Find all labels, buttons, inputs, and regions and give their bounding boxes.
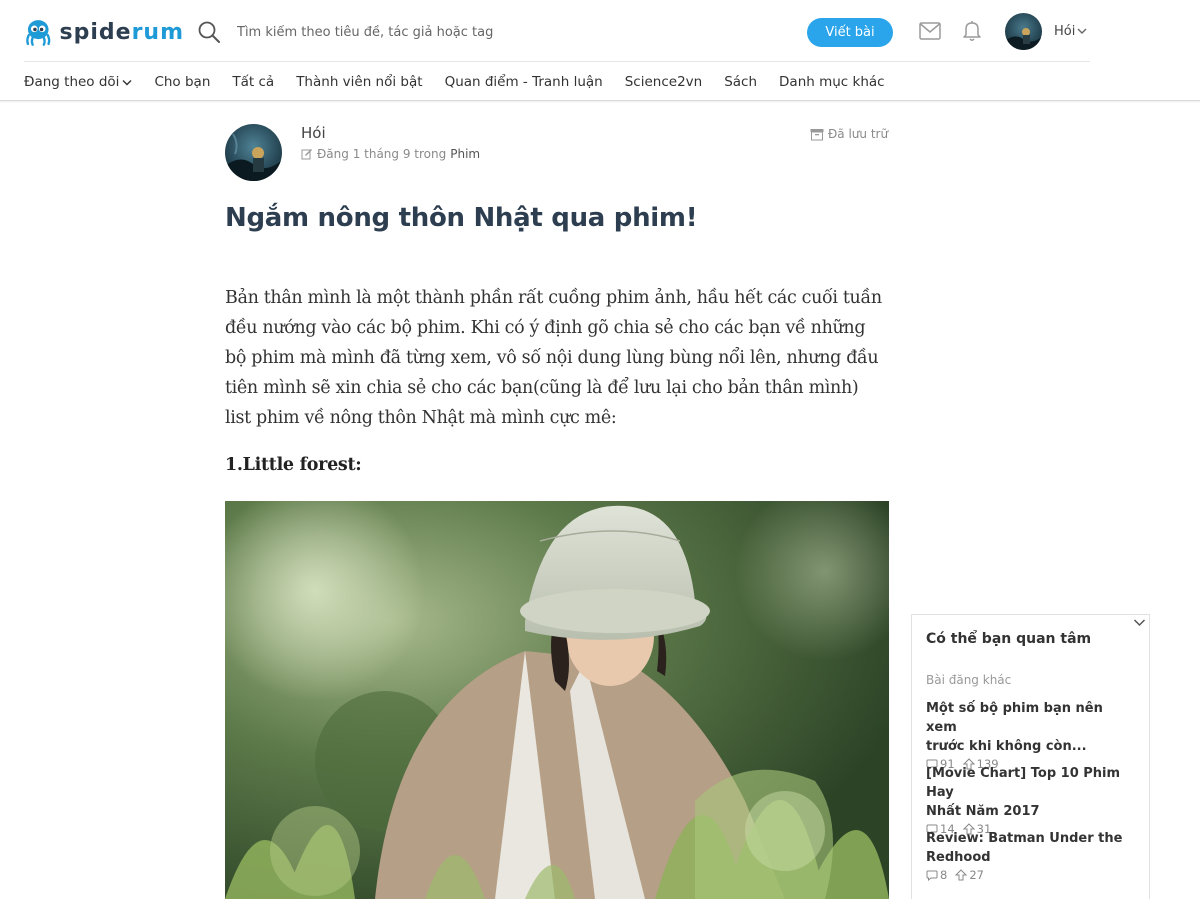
post-date: Đăng 1 tháng 9 trong — [317, 147, 447, 161]
write-post-button[interactable]: Viết bài — [807, 18, 893, 47]
chevron-down-icon — [122, 79, 132, 85]
related-title: Có thể bạn quan tâm — [926, 631, 1092, 647]
nav-item-for-you[interactable]: Cho bạn — [154, 74, 210, 90]
related-post-title[interactable]: Một số bộ phim bạn nên xem trước khi khô… — [926, 699, 1126, 756]
archive-icon — [810, 128, 824, 140]
search-input[interactable] — [230, 18, 750, 46]
paragraph-line: tiên mình sẽ xin chia sẻ cho các bạn(cũn… — [225, 378, 859, 398]
nav-item-books[interactable]: Sách — [724, 74, 757, 90]
related-post-title[interactable]: [Movie Chart] Top 10 Phim Hay Nhất Năm 2… — [926, 764, 1126, 821]
paragraph-line: Bản thân mình là một thành phần rất cuồn… — [225, 288, 882, 308]
category-nav: Đang theo dõi Cho bạn Tất cả Thành viên … — [24, 72, 907, 92]
user-avatar[interactable] — [1005, 13, 1042, 50]
article-title: Ngắm nông thôn Nhật qua phim! — [225, 203, 698, 233]
paragraph-line: đều nướng vào các bộ phim. Khi có ý định… — [225, 318, 866, 338]
author-name[interactable]: Hói — [301, 124, 326, 142]
mail-icon[interactable] — [919, 22, 941, 40]
spider-logo-icon — [26, 20, 51, 46]
article-paragraph: Bản thân mình là một thành phần rất cuồn… — [225, 283, 889, 433]
spiderum-logo[interactable]: spiderum — [24, 14, 184, 50]
nav-item-opinion-debate[interactable]: Quan điểm - Tranh luận — [445, 74, 603, 90]
author-avatar[interactable] — [225, 124, 282, 181]
nav-item-other-categories[interactable]: Danh mục khác — [779, 74, 885, 90]
search-icon[interactable] — [197, 20, 221, 44]
nav-item-featured-members[interactable]: Thành viên nổi bật — [296, 74, 422, 90]
archived-label: Đã lưu trữ — [828, 127, 889, 141]
related-post-title[interactable]: Review: Batman Under the Redhood — [926, 829, 1126, 867]
user-name[interactable]: Hói — [1054, 24, 1075, 39]
paragraph-line: list phim về nông thôn Nhật mà mình cực … — [225, 408, 617, 428]
nav-item-all[interactable]: Tất cả — [232, 74, 274, 90]
related-post-item[interactable]: Một số bộ phim bạn nên xem trước khi khô… — [926, 699, 1126, 771]
nav-item-following[interactable]: Đang theo dõi — [24, 74, 132, 90]
section-heading: 1.Little forest: — [225, 455, 362, 475]
related-post-item[interactable]: [Movie Chart] Top 10 Phim Hay Nhất Năm 2… — [926, 764, 1126, 836]
chevron-down-icon[interactable] — [1133, 618, 1146, 627]
post-meta: Đăng 1 tháng 9 trong Phim — [301, 147, 480, 161]
logo-text: spiderum — [59, 19, 184, 45]
post-category-link[interactable]: Phim — [450, 147, 480, 161]
related-post-item[interactable]: Review: Batman Under the Redhood 8 27 — [926, 829, 1126, 882]
chevron-down-icon[interactable] — [1077, 27, 1087, 35]
bell-icon[interactable] — [962, 20, 982, 42]
nav-label: Đang theo dõi — [24, 74, 120, 90]
article-image — [225, 501, 889, 899]
paragraph-line: bộ phim mà mình đã từng xem, vô số nội d… — [225, 348, 879, 368]
upvote-icon — [955, 869, 968, 881]
nav-item-science2vn[interactable]: Science2vn — [625, 74, 702, 90]
pen-icon — [301, 149, 312, 160]
post-stats: 8 27 — [926, 868, 1126, 882]
archived-status[interactable]: Đã lưu trữ — [810, 127, 888, 141]
header-divider — [24, 61, 1090, 62]
comment-icon — [926, 870, 938, 881]
related-subtitle: Bài đăng khác — [926, 673, 1012, 687]
